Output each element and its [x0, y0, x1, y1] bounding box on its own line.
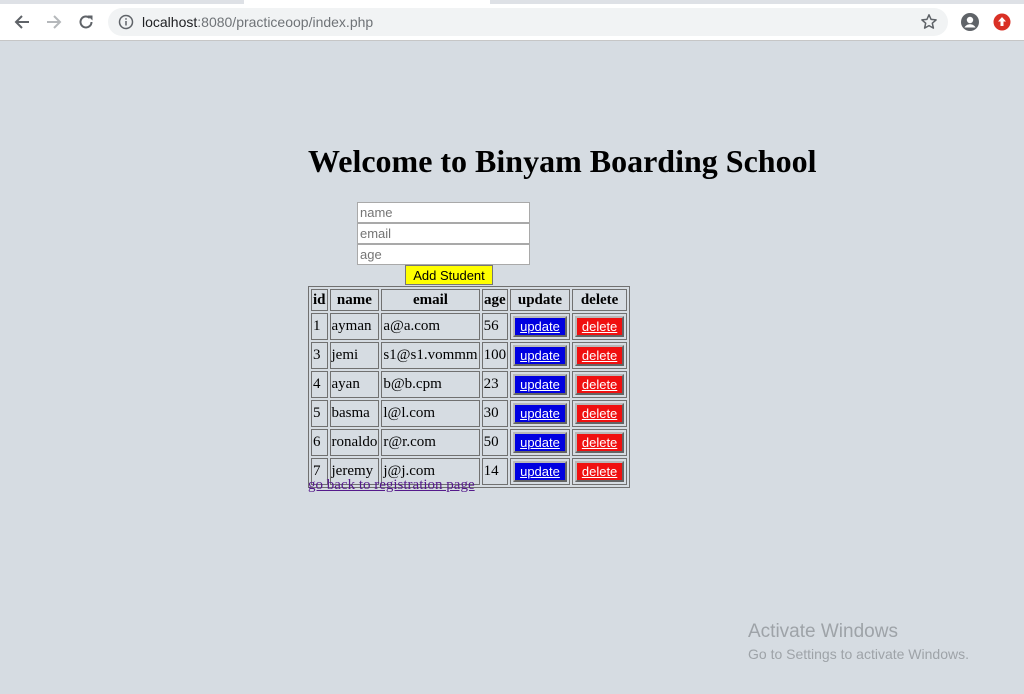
- browser-toolbar: localhost:8080/practiceoop/index.php: [0, 0, 1024, 41]
- tab-strip: [0, 0, 1024, 4]
- table-row: 1 ayman a@a.com 56 update delete: [311, 313, 628, 340]
- star-icon[interactable]: [920, 13, 938, 31]
- update-button[interactable]: update: [513, 461, 567, 482]
- forward-arrow-icon[interactable]: [43, 11, 65, 33]
- age-input[interactable]: [357, 244, 530, 265]
- cell-update: update: [510, 458, 570, 485]
- cell-name: ayan: [329, 371, 380, 398]
- page-title: Welcome to Binyam Boarding School: [308, 143, 817, 179]
- cell-update: update: [510, 400, 570, 427]
- cell-delete: delete: [571, 313, 628, 340]
- profile-icon[interactable]: [960, 12, 980, 32]
- reload-icon[interactable]: [75, 11, 97, 33]
- header-age: age: [481, 289, 509, 311]
- cell-delete: delete: [571, 342, 628, 369]
- delete-button[interactable]: delete: [574, 316, 625, 337]
- table-header-row: id name email age update delete: [311, 289, 628, 311]
- cell-id: 6: [311, 429, 328, 456]
- cell-age: 30: [481, 400, 509, 427]
- header-email: email: [381, 289, 480, 311]
- delete-button[interactable]: delete: [574, 374, 625, 395]
- windows-activation-watermark: Activate Windows Go to Settings to activ…: [748, 621, 969, 664]
- cell-name: jemi: [329, 342, 380, 369]
- url-path: :8080/practiceoop/index.php: [197, 14, 374, 30]
- table-row: 3 jemi s1@s1.vommm 100 update delete: [311, 342, 628, 369]
- update-available-icon[interactable]: [993, 13, 1011, 31]
- update-button[interactable]: update: [513, 403, 567, 424]
- cell-age: 14: [481, 458, 509, 485]
- cell-id: 1: [311, 313, 328, 340]
- cell-email: l@l.com: [381, 400, 480, 427]
- header-name: name: [329, 289, 380, 311]
- cell-email: a@a.com: [381, 313, 480, 340]
- cell-email: b@b.cpm: [381, 371, 480, 398]
- cell-id: 3: [311, 342, 328, 369]
- delete-button[interactable]: delete: [574, 345, 625, 366]
- cell-delete: delete: [571, 458, 628, 485]
- students-table: id name email age update delete 1 ayman …: [308, 286, 631, 488]
- update-button[interactable]: update: [513, 345, 567, 366]
- update-button[interactable]: update: [513, 374, 567, 395]
- update-button[interactable]: update: [513, 316, 567, 337]
- cell-delete: delete: [571, 371, 628, 398]
- delete-button[interactable]: delete: [574, 461, 625, 482]
- cell-age: 56: [481, 313, 509, 340]
- cell-update: update: [510, 313, 570, 340]
- info-icon[interactable]: [118, 14, 134, 30]
- table-row: 5 basma l@l.com 30 update delete: [311, 400, 628, 427]
- table-row: 4 ayan b@b.cpm 23 update delete: [311, 371, 628, 398]
- update-button[interactable]: update: [513, 432, 567, 453]
- cell-delete: delete: [571, 429, 628, 456]
- back-to-registration-link[interactable]: go back to registration page: [308, 477, 475, 494]
- cell-update: update: [510, 429, 570, 456]
- cell-name: basma: [329, 400, 380, 427]
- add-student-button[interactable]: Add Student: [405, 265, 493, 285]
- watermark-title: Activate Windows: [748, 621, 898, 642]
- cell-name: ayman: [329, 313, 380, 340]
- back-arrow-icon[interactable]: [11, 11, 33, 33]
- url-host: localhost: [142, 14, 198, 30]
- table-row: 6 ronaldo r@r.com 50 update delete: [311, 429, 628, 456]
- header-update: update: [510, 289, 570, 311]
- cell-age: 50: [481, 429, 509, 456]
- cell-age: 23: [481, 371, 509, 398]
- active-tab[interactable]: [244, 0, 490, 4]
- cell-update: update: [510, 371, 570, 398]
- url-text[interactable]: localhost:8080/practiceoop/index.php: [142, 14, 373, 30]
- cell-update: update: [510, 342, 570, 369]
- cell-id: 4: [311, 371, 328, 398]
- email-input[interactable]: [357, 223, 530, 244]
- cell-email: r@r.com: [381, 429, 480, 456]
- watermark-subtitle: Go to Settings to activate Windows.: [748, 646, 969, 662]
- address-bar[interactable]: localhost:8080/practiceoop/index.php: [108, 8, 948, 36]
- name-input[interactable]: [357, 202, 530, 223]
- header-delete: delete: [571, 289, 628, 311]
- delete-button[interactable]: delete: [574, 403, 625, 424]
- cell-name: ronaldo: [329, 429, 380, 456]
- delete-button[interactable]: delete: [574, 432, 625, 453]
- cell-age: 100: [481, 342, 509, 369]
- cell-email: s1@s1.vommm: [381, 342, 480, 369]
- header-id: id: [311, 289, 328, 311]
- cell-delete: delete: [571, 400, 628, 427]
- cell-id: 5: [311, 400, 328, 427]
